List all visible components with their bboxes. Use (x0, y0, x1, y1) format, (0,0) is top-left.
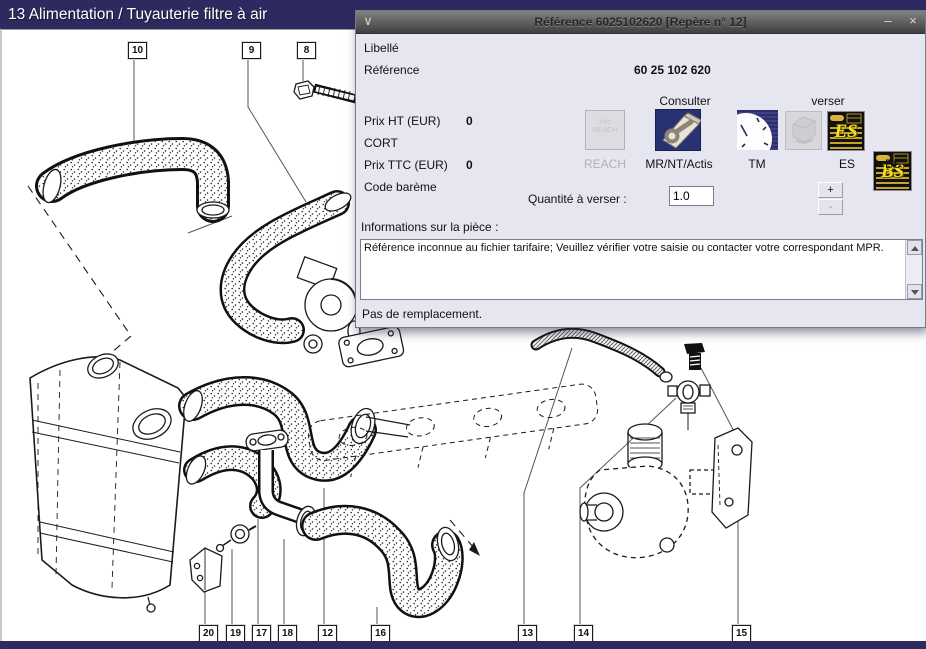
quantity-minus-button[interactable]: - (818, 199, 843, 215)
verser-header: verser (783, 94, 873, 108)
consulter-header: Consulter (640, 94, 730, 108)
tm-label: TM (727, 157, 787, 171)
reach-icon: Info (586, 119, 624, 127)
info-scrollbar[interactable] (905, 240, 922, 299)
scroll-up-button[interactable] (907, 240, 922, 255)
informations-label: Informations sur la pièce : (361, 220, 498, 234)
reach-button[interactable]: Info REACH (585, 110, 625, 150)
mr-nt-actis-button[interactable] (655, 109, 701, 151)
dialog-title: Référence 6025102620 [Repère n° 12] (356, 11, 925, 33)
label-prix-ht: Prix HT (EUR) (364, 114, 440, 128)
pas-remplacement-text: Pas de remplacement. (362, 307, 482, 321)
application-window: 13 Alimentation / Tuyauterie filtre à ai… (0, 0, 926, 649)
reach-label: REACH (575, 157, 635, 171)
label-prix-ttc: Prix TTC (EUR) (364, 158, 448, 172)
close-icon[interactable]: × (903, 11, 923, 33)
reference-value: 60 25 102 620 (634, 63, 711, 77)
quantity-input[interactable] (669, 186, 714, 206)
callout-9[interactable]: 9 (242, 42, 261, 59)
callout-12[interactable]: 12 (318, 625, 337, 642)
dialog-titlebar[interactable]: ∨ Référence 6025102620 [Repère n° 12] – … (356, 11, 925, 34)
callout-14[interactable]: 14 (574, 625, 593, 642)
box-icon (786, 112, 821, 149)
bottom-bar (0, 641, 926, 649)
scroll-up-icon (911, 246, 919, 251)
callout-16[interactable]: 16 (371, 625, 390, 642)
prix-ttc-value: 0 (466, 158, 473, 172)
label-libelle: Libellé (364, 41, 399, 55)
prix-ht-value: 0 (466, 114, 473, 128)
callout-20[interactable]: 20 (199, 625, 218, 642)
scroll-down-icon (911, 290, 919, 295)
callout-19[interactable]: 19 (226, 625, 245, 642)
reference-dialog: ∨ Référence 6025102620 [Repère n° 12] – … (355, 10, 926, 328)
label-reference: Référence (364, 63, 419, 77)
callout-17[interactable]: 17 (252, 625, 271, 642)
gauge-icon (737, 110, 778, 150)
callout-10[interactable]: 10 (128, 42, 147, 59)
callout-8[interactable]: 8 (297, 42, 316, 59)
scroll-down-button[interactable] (907, 284, 922, 299)
label-cort: CORT (364, 136, 398, 150)
verser-disabled-button[interactable] (785, 111, 822, 150)
minimize-icon[interactable]: – (878, 11, 898, 33)
callout-18[interactable]: 18 (278, 625, 297, 642)
mr-nt-actis-label: MR/NT/Actis (639, 157, 719, 171)
callout-15[interactable]: 15 (732, 625, 751, 642)
informations-textarea[interactable]: Référence inconnue au fichier tarifaire;… (360, 239, 923, 300)
manual-wrench-icon (655, 109, 701, 151)
es-button[interactable]: ES (827, 111, 865, 151)
tm-button[interactable] (737, 110, 778, 150)
quantity-label: Quantité à verser : (528, 192, 627, 206)
label-code-bareme: Code barème (364, 180, 437, 194)
callout-13[interactable]: 13 (518, 625, 537, 642)
es-icon-text: ES (828, 121, 864, 143)
bs-label: BS (863, 157, 923, 171)
quantity-plus-button[interactable]: + (818, 182, 843, 198)
informations-text: Référence inconnue au fichier tarifaire;… (364, 242, 902, 254)
